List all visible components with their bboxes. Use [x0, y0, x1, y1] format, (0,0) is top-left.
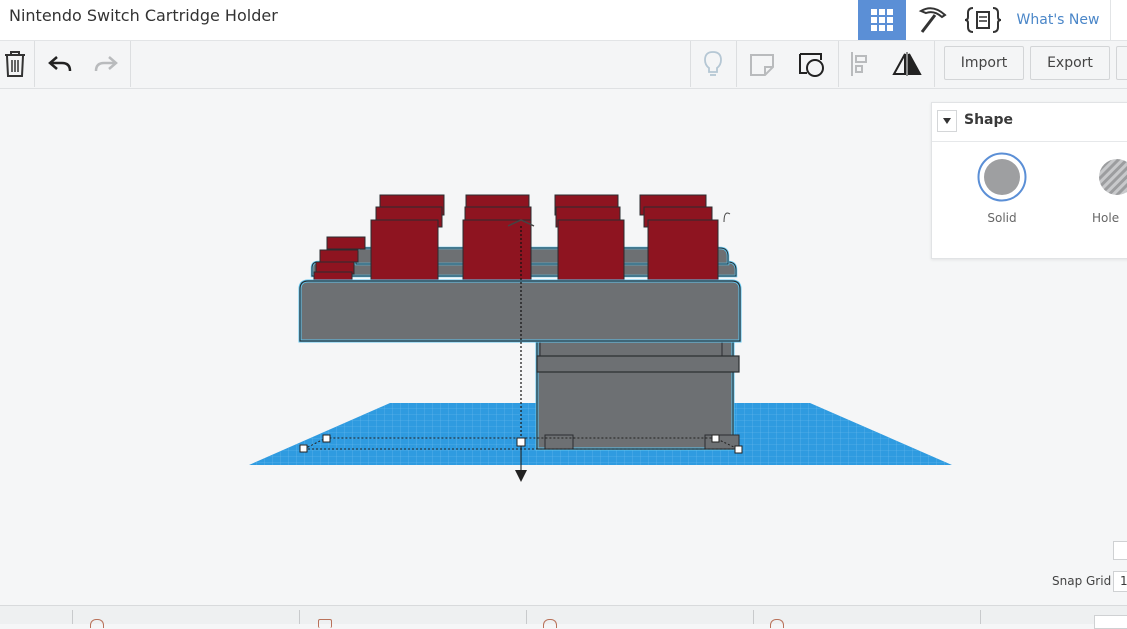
import-button[interactable]: Import: [944, 46, 1024, 80]
tray-divider: [299, 610, 300, 624]
cartridge-column-3[interactable]: [554, 194, 625, 281]
tray-item-thumbnail[interactable]: [90, 619, 104, 628]
codeblocks-button[interactable]: [962, 0, 1004, 40]
tray-item-thumbnail[interactable]: [770, 619, 784, 628]
resize-handle[interactable]: [734, 445, 743, 454]
front-slab[interactable]: [298, 279, 742, 343]
export-button[interactable]: Export: [1030, 46, 1110, 80]
pickaxe-icon: [918, 7, 947, 33]
redo-icon: [94, 56, 118, 72]
tray-divider: [980, 610, 981, 624]
solid-option[interactable]: [967, 151, 1037, 207]
toolbar-divider: [690, 41, 691, 87]
mirror-icon: [892, 52, 922, 76]
solid-swatch-icon: [977, 152, 1027, 202]
notes-button[interactable]: [746, 41, 778, 87]
tray-item-thumbnail[interactable]: [543, 619, 557, 628]
shapes-tray: [0, 605, 1127, 629]
redo-button[interactable]: [90, 41, 122, 87]
grid-view-icon: [871, 9, 893, 31]
grid-view-button[interactable]: [858, 0, 906, 40]
toolbar-divider: [934, 41, 935, 87]
panel-title: Shape: [964, 112, 1014, 128]
lightbulb-icon: [704, 51, 722, 76]
toolbar-divider: [34, 41, 35, 87]
workplane-icon: [799, 53, 824, 77]
hole-option[interactable]: [1082, 151, 1127, 207]
resize-handle[interactable]: [711, 434, 720, 443]
align-button[interactable]: [846, 41, 876, 87]
send-to-button[interactable]: [1116, 46, 1127, 80]
tray-divider: [72, 610, 73, 624]
minecraft-view-button[interactable]: [910, 0, 956, 40]
divider: [1110, 0, 1111, 40]
resize-handle[interactable]: [299, 444, 308, 453]
tray-button[interactable]: [1094, 615, 1127, 629]
snap-grid-label: Snap Grid: [1052, 574, 1112, 588]
show-all-button[interactable]: [698, 41, 728, 87]
project-title[interactable]: Nintendo Switch Cartridge Holder: [9, 6, 278, 25]
snap-grid-select[interactable]: 1: [1113, 571, 1127, 592]
toolbar-divider: [130, 41, 131, 87]
stand-body[interactable]: [535, 337, 740, 451]
toolbar-divider: [736, 41, 737, 87]
solid-label: Solid: [987, 211, 1017, 225]
note-icon: [750, 54, 774, 76]
mirror-button[interactable]: [890, 41, 924, 87]
toolbar-divider: [838, 41, 839, 87]
panel-header: Shape: [932, 103, 1127, 142]
delete-button[interactable]: [0, 41, 30, 87]
height-handle[interactable]: [516, 437, 526, 447]
tray-divider: [753, 610, 754, 624]
tray-divider: [526, 610, 527, 624]
tray-item-thumbnail[interactable]: [318, 619, 332, 628]
whats-new-link[interactable]: What's New: [1010, 0, 1106, 40]
move-down-arrow[interactable]: [515, 470, 527, 482]
cartridge-column-4[interactable]: [639, 194, 719, 281]
undo-icon: [48, 56, 72, 72]
hole-swatch-icon: [1099, 159, 1127, 195]
resize-handle[interactable]: [322, 434, 331, 443]
undo-button[interactable]: [44, 41, 76, 87]
hole-label: Hole: [1092, 211, 1120, 225]
align-icon: [851, 52, 867, 76]
collapse-panel-button[interactable]: [937, 110, 957, 132]
rotate-handle-side[interactable]: [723, 212, 731, 223]
editor-toolbar: Import Export: [0, 41, 1127, 89]
edit-grid-button[interactable]: [1113, 541, 1127, 560]
workplane-button[interactable]: [794, 41, 828, 87]
trash-icon: [5, 51, 25, 77]
shape-inspector-panel: Shape Solid Hole: [931, 102, 1127, 259]
codeblocks-icon: [965, 7, 1001, 33]
caret-down-icon: [943, 118, 951, 124]
cartridge-column-1[interactable]: [370, 194, 445, 281]
top-bar: Nintendo Switch Cartridge Holder What's …: [0, 0, 1127, 41]
